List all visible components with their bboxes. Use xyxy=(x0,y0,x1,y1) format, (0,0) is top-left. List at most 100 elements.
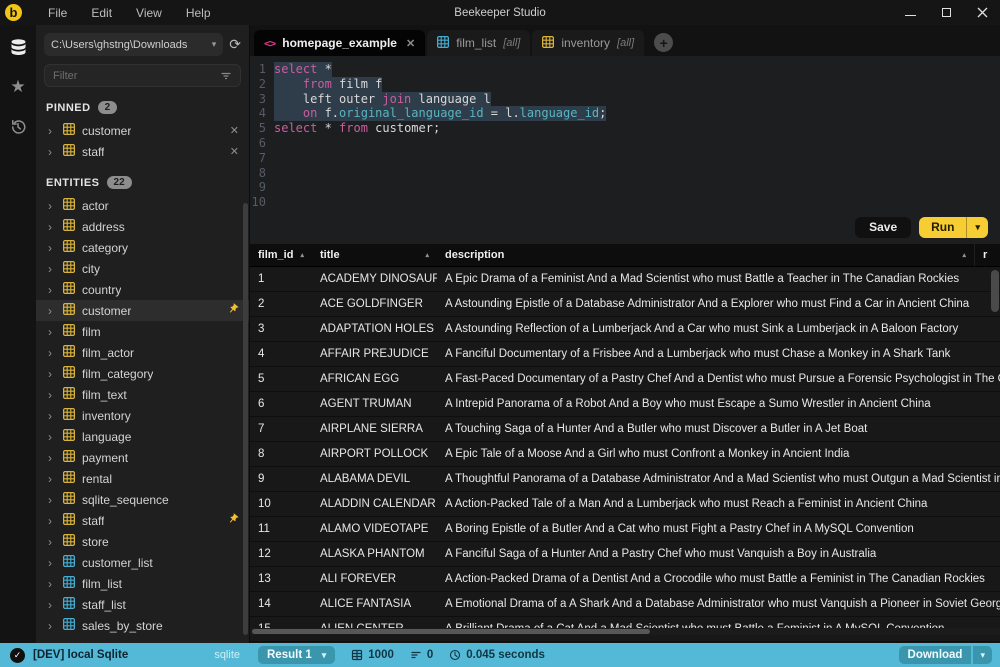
tab-inventory[interactable]: inventory[all] xyxy=(532,30,644,56)
table-row[interactable]: 6AGENT TRUMANA Intrepid Panorama of a Ro… xyxy=(250,392,1000,417)
cell-title[interactable]: ALICE FANTASIA xyxy=(312,598,437,610)
chevron-right-icon[interactable]: › xyxy=(48,535,56,549)
tab-film_list[interactable]: film_list[all] xyxy=(427,30,530,56)
cell-description[interactable]: A Action-Packed Tale of a Man And a Lumb… xyxy=(437,498,1000,510)
history-icon[interactable] xyxy=(6,115,30,139)
table-row[interactable]: 10ALADDIN CALENDARA Action-Packed Tale o… xyxy=(250,492,1000,517)
horizontal-scrollbar-thumb[interactable] xyxy=(252,629,650,634)
entity-item-payment[interactable]: ›payment xyxy=(36,447,249,468)
table-row[interactable]: 5AFRICAN EGGA Fast-Paced Documentary of … xyxy=(250,367,1000,392)
table-row[interactable]: 9ALABAMA DEVILA Thoughtful Panorama of a… xyxy=(250,467,1000,492)
table-row[interactable]: 2ACE GOLDFINGERA Astounding Epistle of a… xyxy=(250,292,1000,317)
chevron-right-icon[interactable]: › xyxy=(48,367,56,381)
cell-film-id[interactable]: 4 xyxy=(250,348,312,360)
chevron-right-icon[interactable]: › xyxy=(48,472,56,486)
chevron-right-icon[interactable]: › xyxy=(48,346,56,360)
column-header-film_id[interactable]: film_id▴ xyxy=(250,244,312,266)
run-button[interactable]: Run ▾ xyxy=(919,217,988,238)
pin-icon[interactable] xyxy=(227,513,239,528)
cell-film-id[interactable]: 9 xyxy=(250,473,312,485)
table-row[interactable]: 3ADAPTATION HOLESA Astounding Reflection… xyxy=(250,317,1000,342)
chevron-right-icon[interactable]: › xyxy=(48,325,56,339)
column-header-title[interactable]: title▴ xyxy=(312,244,437,266)
chevron-right-icon[interactable]: › xyxy=(48,430,56,444)
cell-film-id[interactable]: 13 xyxy=(250,573,312,585)
chevron-right-icon[interactable]: › xyxy=(48,241,56,255)
cell-title[interactable]: ALAMO VIDEOTAPE xyxy=(312,523,437,535)
results-horizontal-scrollbar[interactable] xyxy=(250,628,1000,635)
pinned-item-customer[interactable]: ›customer✕ xyxy=(36,120,249,141)
chevron-right-icon[interactable]: › xyxy=(48,493,56,507)
sort-asc-icon[interactable]: ▴ xyxy=(962,251,966,259)
cell-film-id[interactable]: 1 xyxy=(250,273,312,285)
cell-film-id[interactable]: 8 xyxy=(250,448,312,460)
entity-item-staff_list[interactable]: ›staff_list xyxy=(36,594,249,615)
cell-description[interactable]: A Touching Saga of a Hunter And a Butler… xyxy=(437,423,1000,435)
entity-item-film_category[interactable]: ›film_category xyxy=(36,363,249,384)
run-options-caret-icon[interactable]: ▾ xyxy=(966,217,988,238)
pin-icon[interactable] xyxy=(227,303,239,318)
cell-film-id[interactable]: 11 xyxy=(250,523,312,535)
menu-item-view[interactable]: View xyxy=(124,3,174,23)
cell-title[interactable]: AIRPORT POLLOCK xyxy=(312,448,437,460)
chevron-right-icon[interactable]: › xyxy=(48,619,56,633)
chevron-right-icon[interactable]: › xyxy=(48,145,56,159)
cell-title[interactable]: AFFAIR PREJUDICE xyxy=(312,348,437,360)
entity-item-staff[interactable]: ›staff xyxy=(36,510,249,531)
tab-homepage_example[interactable]: <>homepage_example✕ xyxy=(254,30,425,56)
entity-item-address[interactable]: ›address xyxy=(36,216,249,237)
close-icon[interactable] xyxy=(976,7,988,19)
entity-item-rental[interactable]: ›rental xyxy=(36,468,249,489)
cell-description[interactable]: A Astounding Epistle of a Database Admin… xyxy=(437,298,1000,310)
table-row[interactable]: 8AIRPORT POLLOCKA Epic Tale of a Moose A… xyxy=(250,442,1000,467)
results-vertical-scrollbar[interactable] xyxy=(991,270,999,312)
cell-description[interactable]: A Action-Packed Drama of a Dentist And a… xyxy=(437,573,1000,585)
entity-item-sales_by_store[interactable]: ›sales_by_store xyxy=(36,615,249,636)
chevron-right-icon[interactable]: › xyxy=(48,283,56,297)
entity-item-film_text[interactable]: ›film_text xyxy=(36,384,249,405)
chevron-right-icon[interactable]: › xyxy=(48,304,56,318)
cell-description[interactable]: A Intrepid Panorama of a Robot And a Boy… xyxy=(437,398,1000,410)
chevron-right-icon[interactable]: › xyxy=(48,199,56,213)
entity-item-film_list[interactable]: ›film_list xyxy=(36,573,249,594)
sort-asc-icon[interactable]: ▴ xyxy=(300,251,304,259)
entities-section-header[interactable]: ENTITIES 22 xyxy=(36,162,249,195)
chevron-right-icon[interactable]: › xyxy=(48,409,56,423)
connection-name[interactable]: [DEV] local Sqlite xyxy=(33,649,206,661)
menu-item-edit[interactable]: Edit xyxy=(79,3,124,23)
unpin-close-icon[interactable]: ✕ xyxy=(230,145,239,158)
entity-item-city[interactable]: ›city xyxy=(36,258,249,279)
cell-description[interactable]: A Fanciful Documentary of a Frisbee And … xyxy=(437,348,1000,360)
cell-film-id[interactable]: 12 xyxy=(250,548,312,560)
entity-item-store[interactable]: ›store xyxy=(36,531,249,552)
chevron-right-icon[interactable]: › xyxy=(48,388,56,402)
connection-select[interactable]: C:\Users\ghstng\Downloads ▾ xyxy=(44,33,223,56)
cell-description[interactable]: A Emotional Drama of a A Shark And a Dat… xyxy=(437,598,1000,610)
cell-title[interactable]: ACADEMY DINOSAUR xyxy=(312,273,437,285)
menu-item-help[interactable]: Help xyxy=(174,3,223,23)
cell-title[interactable]: ACE GOLDFINGER xyxy=(312,298,437,310)
result-selector-button[interactable]: Result 1 ▾ xyxy=(258,646,335,664)
cell-film-id[interactable]: 10 xyxy=(250,498,312,510)
cell-description[interactable]: A Fanciful Saga of a Hunter And a Pastry… xyxy=(437,548,1000,560)
cell-description[interactable]: A Thoughtful Panorama of a Database Admi… xyxy=(437,473,1000,485)
unpin-close-icon[interactable]: ✕ xyxy=(230,124,239,137)
cell-title[interactable]: AFRICAN EGG xyxy=(312,373,437,385)
chevron-right-icon[interactable]: › xyxy=(48,598,56,612)
cell-film-id[interactable]: 6 xyxy=(250,398,312,410)
entity-item-language[interactable]: ›language xyxy=(36,426,249,447)
cell-description[interactable]: A Astounding Reflection of a Lumberjack … xyxy=(437,323,1000,335)
sidebar-scrollbar[interactable] xyxy=(243,203,248,635)
chevron-right-icon[interactable]: › xyxy=(48,262,56,276)
table-row[interactable]: 12ALASKA PHANTOMA Fanciful Saga of a Hun… xyxy=(250,542,1000,567)
table-row[interactable]: 11ALAMO VIDEOTAPEA Boring Epistle of a B… xyxy=(250,517,1000,542)
table-row[interactable]: 7AIRPLANE SIERRAA Touching Saga of a Hun… xyxy=(250,417,1000,442)
maximize-icon[interactable] xyxy=(940,7,952,19)
entity-item-customer_list[interactable]: ›customer_list xyxy=(36,552,249,573)
cell-description[interactable]: A Epic Drama of a Feminist And a Mad Sci… xyxy=(437,273,1000,285)
database-tables-icon[interactable] xyxy=(6,35,30,59)
cell-title[interactable]: ALI FOREVER xyxy=(312,573,437,585)
chevron-right-icon[interactable]: › xyxy=(48,124,56,138)
cell-title[interactable]: ALASKA PHANTOM xyxy=(312,548,437,560)
chevron-right-icon[interactable]: › xyxy=(48,577,56,591)
